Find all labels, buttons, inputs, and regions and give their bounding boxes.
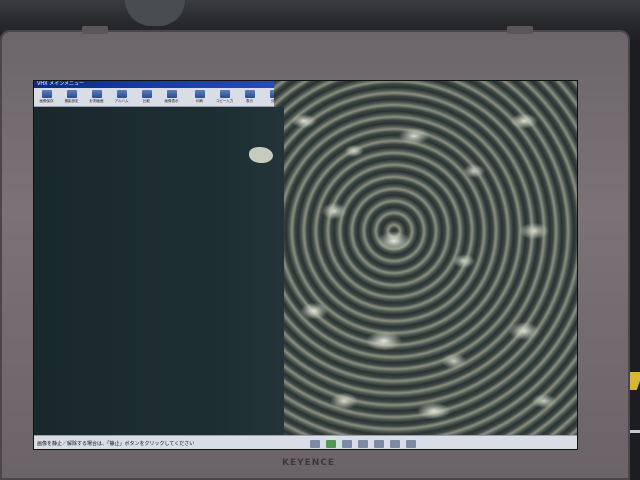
status-grid-icon[interactable] (342, 439, 352, 448)
measure-button[interactable]: 計測画面 (84, 88, 109, 107)
view-image-icon (166, 90, 177, 98)
display-icon (244, 90, 255, 98)
monitor-screen: VHX メインメニュー 画像保存 撮影設定 計測画面 アルバム 比較 画像表示 … (33, 80, 578, 450)
brand-logo: KEYENCE (282, 458, 336, 468)
save-image-icon (41, 90, 52, 98)
album-icon (116, 90, 127, 98)
status-message: 画像を静止／解除する場合は、「静止」ボタンをクリックしてください (37, 441, 195, 447)
microscope-live-image[interactable] (34, 81, 577, 435)
status-icons (304, 439, 416, 448)
bezel-tab (82, 26, 108, 34)
status-ok-icon[interactable] (326, 439, 336, 448)
bezel-tab (507, 26, 533, 34)
status-monitor-icon[interactable] (310, 439, 320, 448)
surface-speck (249, 147, 273, 163)
copy-input-button[interactable]: コピー入力 (212, 88, 237, 107)
display-button[interactable]: 表示 (237, 88, 262, 107)
copy-input-icon (219, 90, 230, 98)
camera-settings-icon (66, 90, 77, 98)
status-light-icon[interactable] (374, 439, 384, 448)
print-button[interactable]: 印刷 (187, 88, 212, 107)
measure-icon (91, 90, 102, 98)
surface-texture (274, 81, 577, 435)
status-home-icon[interactable] (390, 439, 400, 448)
dark-region (34, 107, 284, 435)
compare-button[interactable]: 比較 (134, 88, 159, 107)
compare-icon (141, 90, 152, 98)
camera-settings-button[interactable]: 撮影設定 (59, 88, 84, 107)
print-icon (194, 90, 205, 98)
status-info-icon[interactable] (406, 439, 416, 448)
status-camera-icon[interactable] (358, 439, 368, 448)
view-image-button[interactable]: 画像表示 (159, 88, 184, 107)
album-button[interactable]: アルバム (109, 88, 134, 107)
status-bar: 画像を静止／解除する場合は、「静止」ボタンをクリックしてください (34, 435, 577, 449)
save-image-button[interactable]: 画像保存 (34, 88, 59, 107)
